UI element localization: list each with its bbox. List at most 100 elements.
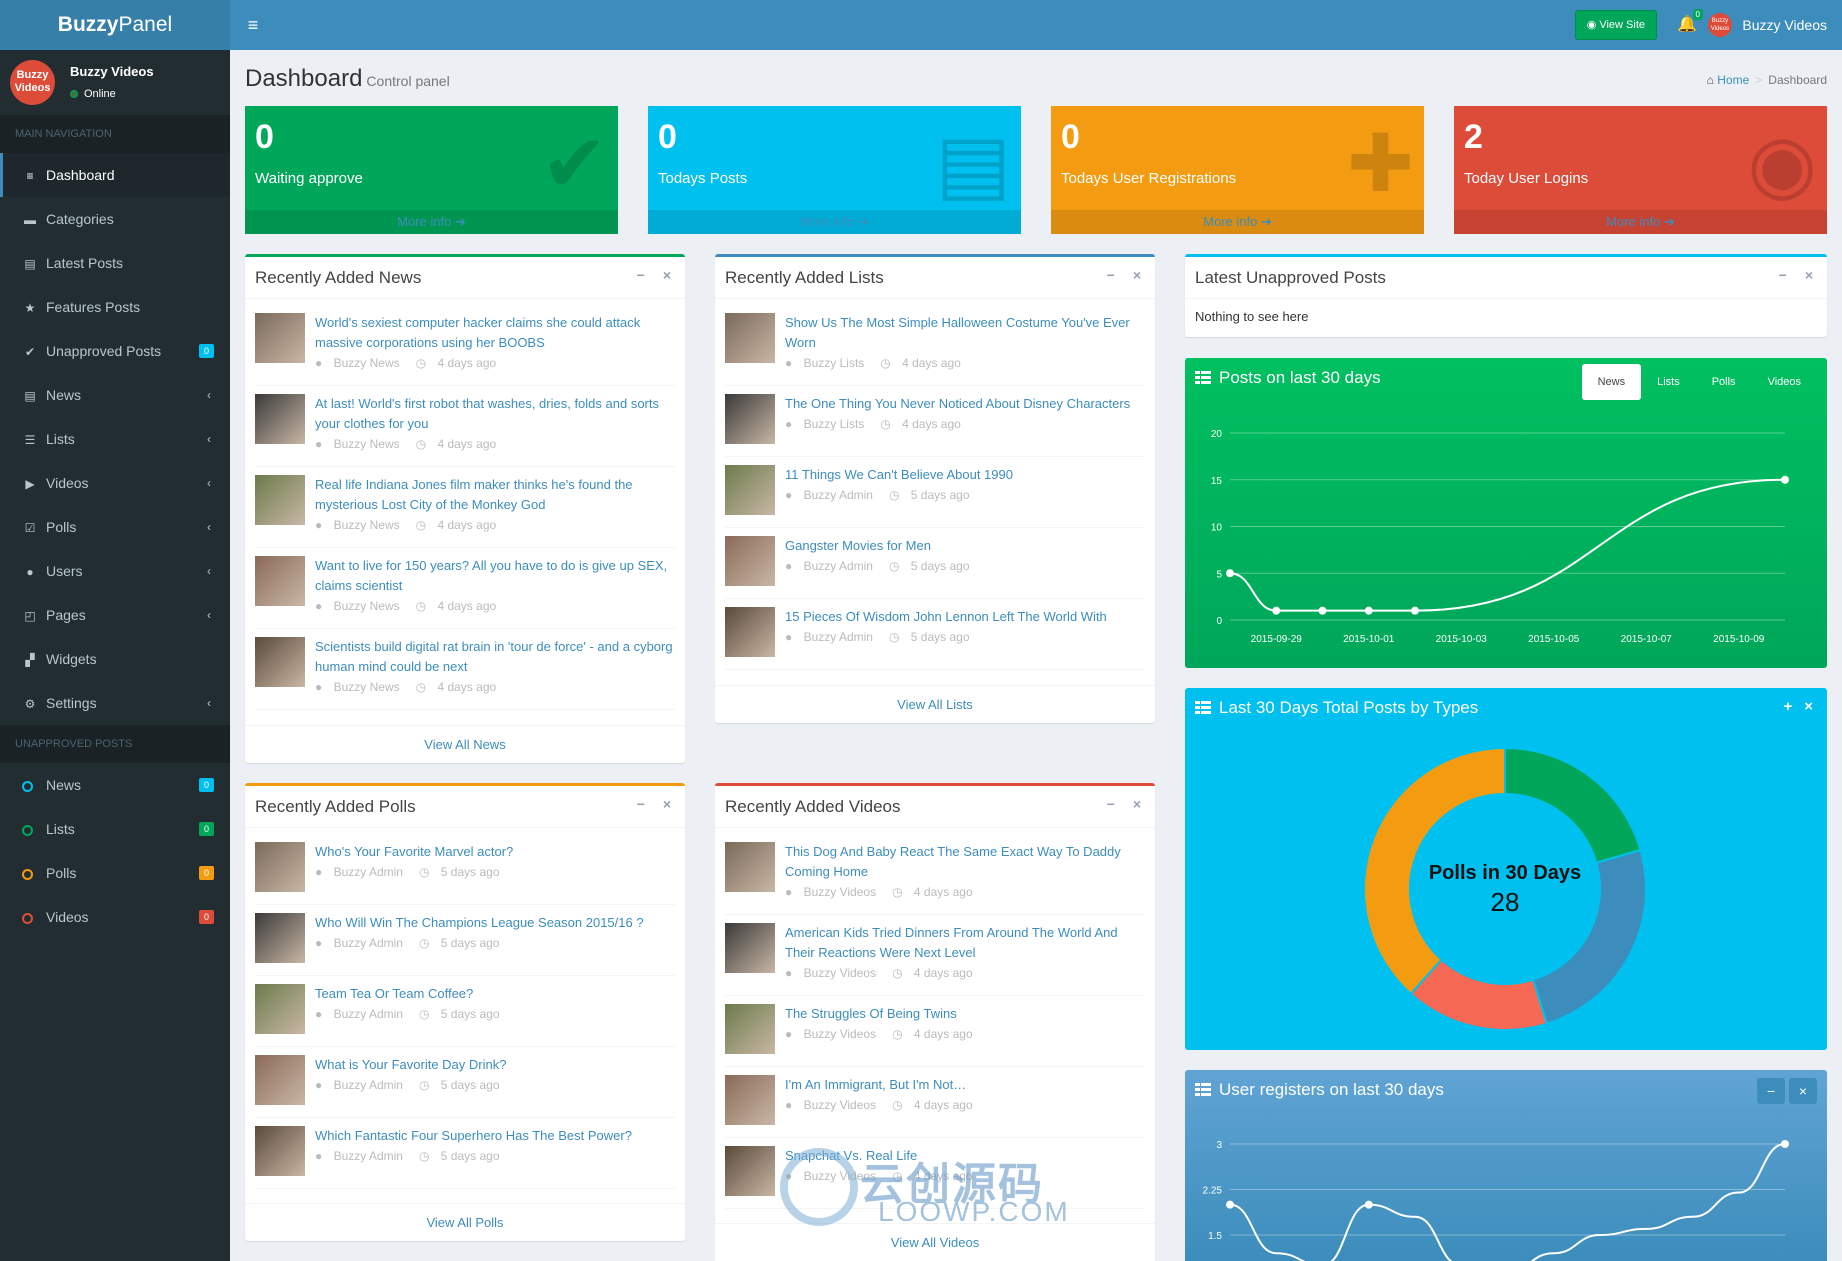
thumbnail[interactable] — [725, 1004, 775, 1054]
item-title-link[interactable]: American Kids Tried Dinners From Around … — [785, 925, 1118, 960]
more-info-link[interactable]: More info ➔ — [245, 210, 618, 234]
sidebar-item-dashboard[interactable]: ≡ Dashboard — [0, 153, 230, 197]
unapproved-item-polls[interactable]: Polls 0 — [0, 851, 230, 895]
chevron-left-icon: ‹ — [207, 432, 211, 446]
notifications-bell-icon[interactable]: 🔔 0 — [1677, 9, 1703, 38]
unapproved-item-news[interactable]: News 0 — [0, 763, 230, 807]
collapse-icon[interactable]: − — [1107, 267, 1115, 283]
thumbnail[interactable] — [255, 842, 305, 892]
user-menu-name[interactable]: Buzzy Videos — [1742, 0, 1827, 50]
item-title-link[interactable]: I'm An Immigrant, But I'm Not… — [785, 1077, 966, 1092]
clock-icon: ◷ — [880, 356, 891, 370]
breadcrumb-home-link[interactable]: Home — [1717, 73, 1749, 87]
thumbnail[interactable] — [255, 1055, 305, 1105]
view-all-lists-link[interactable]: View All Lists — [715, 685, 1155, 723]
more-info-link[interactable]: More info ➔ — [1051, 210, 1424, 234]
donut-center-label: Polls in 30 Days — [1429, 862, 1581, 884]
sidebar-item-widgets[interactable]: ▞ Widgets — [0, 637, 230, 681]
close-icon[interactable]: × — [663, 267, 671, 283]
item-title-link[interactable]: Gangster Movies for Men — [785, 538, 931, 553]
thumbnail[interactable] — [725, 923, 775, 973]
sidebar: Buzzy Videos Buzzy Videos Online MAIN NA… — [0, 50, 230, 1261]
item-title-link[interactable]: The One Thing You Never Noticed About Di… — [785, 396, 1130, 411]
chevron-left-icon: ‹ — [207, 388, 211, 402]
thumbnail[interactable] — [725, 1075, 775, 1125]
sidebar-item-icon: ★ — [24, 301, 36, 315]
view-all-polls-link[interactable]: View All Polls — [245, 1203, 685, 1241]
thumbnail[interactable] — [725, 394, 775, 444]
thumbnail[interactable] — [725, 607, 775, 657]
sidebar-item-pages[interactable]: ◰ Pages ‹ — [0, 593, 230, 637]
thumbnail[interactable] — [255, 475, 305, 525]
close-icon[interactable]: × — [1133, 267, 1141, 283]
thumbnail[interactable] — [725, 313, 775, 363]
collapse-icon[interactable]: − — [637, 796, 645, 812]
brand-logo[interactable]: BuzzyPanel — [0, 0, 230, 50]
data-point — [1272, 606, 1281, 615]
item-title-link[interactable]: Who's Your Favorite Marvel actor? — [315, 844, 513, 859]
thumbnail[interactable] — [725, 1146, 775, 1196]
item-meta: ● Buzzy Videos ◷ 4 days ago — [785, 1169, 973, 1183]
item-title-link[interactable]: Which Fantastic Four Superhero Has The B… — [315, 1128, 632, 1143]
thumbnail[interactable] — [255, 637, 305, 687]
item-title-link[interactable]: Want to live for 150 years? All you have… — [315, 558, 667, 593]
data-point — [1318, 606, 1327, 615]
sidebar-item-latest-posts[interactable]: ▤ Latest Posts — [0, 241, 230, 285]
item-title-link[interactable]: Real life Indiana Jones film maker think… — [315, 477, 633, 512]
view-all-news-link[interactable]: View All News — [245, 725, 685, 763]
box-title: Recently Added Lists — [725, 268, 884, 287]
sidebar-item-settings[interactable]: ⚙ Settings ‹ — [0, 681, 230, 725]
close-icon[interactable]: × — [1805, 267, 1813, 283]
series-line — [1229, 1143, 1786, 1261]
more-info-link[interactable]: More info ➔ — [648, 210, 1021, 234]
thumbnail[interactable] — [255, 556, 305, 606]
user-icon: ● — [785, 1098, 793, 1112]
unapproved-item-videos[interactable]: Videos 0 — [0, 895, 230, 939]
sidebar-item-features-posts[interactable]: ★ Features Posts — [0, 285, 230, 329]
item-title-link[interactable]: Team Tea Or Team Coffee? — [315, 986, 473, 1001]
sidebar-item-news[interactable]: ▤ News ‹ — [0, 373, 230, 417]
item-title-link[interactable]: 11 Things We Can't Believe About 1990 — [785, 467, 1013, 482]
item-title-link[interactable]: World's sexiest computer hacker claims s… — [315, 315, 640, 350]
sidebar-item-categories[interactable]: ▬ Categories — [0, 197, 230, 241]
item-title-link[interactable]: 15 Pieces Of Wisdom John Lennon Left The… — [785, 609, 1107, 624]
item-title-link[interactable]: This Dog And Baby React The Same Exact W… — [785, 844, 1121, 879]
thumbnail[interactable] — [255, 313, 305, 363]
item-title-link[interactable]: What is Your Favorite Day Drink? — [315, 1057, 506, 1072]
item-title-link[interactable]: Scientists build digital rat brain in 't… — [315, 639, 673, 674]
posts-donut-chart: Polls in 30 Days 28 — [1363, 746, 1647, 1031]
thumbnail[interactable] — [255, 1126, 305, 1176]
list-item: Team Tea Or Team Coffee? ● Buzzy Admin ◷ … — [255, 980, 675, 1047]
sidebar-item-lists[interactable]: ☰ Lists ‹ — [0, 417, 230, 461]
close-icon[interactable]: × — [663, 796, 671, 812]
view-all-videos-link[interactable]: View All Videos — [715, 1223, 1155, 1261]
sidebar-item-unapproved-posts[interactable]: ✔ Unapproved Posts 0 — [0, 329, 230, 373]
item-title-link[interactable]: The Struggles Of Being Twins — [785, 1006, 957, 1021]
more-info-link[interactable]: More info ➔ — [1454, 210, 1827, 234]
close-icon[interactable]: × — [1133, 796, 1141, 812]
unapproved-item-lists[interactable]: Lists 0 — [0, 807, 230, 851]
user-icon: ● — [785, 488, 793, 502]
sidebar-item-polls[interactable]: ☑ Polls ‹ — [0, 505, 230, 549]
list-item: The One Thing You Never Noticed About Di… — [725, 390, 1145, 457]
thumbnail[interactable] — [725, 465, 775, 515]
collapse-icon[interactable]: − — [1107, 796, 1115, 812]
thumbnail[interactable] — [725, 842, 775, 892]
item-title-link[interactable]: Who Will Win The Champions League Season… — [315, 915, 644, 930]
view-site-button[interactable]: ◉ View Site — [1574, 10, 1657, 40]
item-title-link[interactable]: Show Us The Most Simple Halloween Costum… — [785, 315, 1130, 350]
item-meta: ● Buzzy Admin ◷ 5 days ago — [315, 936, 500, 950]
sidebar-item-videos[interactable]: ▶ Videos ‹ — [0, 461, 230, 505]
sidebar-toggle-icon[interactable]: ≡ — [244, 14, 262, 36]
sidebar-item-users[interactable]: ● Users ‹ — [0, 549, 230, 593]
thumbnail[interactable] — [255, 984, 305, 1034]
item-title-link[interactable]: Snapchat Vs. Real Life — [785, 1148, 917, 1163]
collapse-icon[interactable]: − — [637, 267, 645, 283]
user-icon: ● — [785, 885, 793, 899]
thumbnail[interactable] — [255, 394, 305, 444]
thumbnail[interactable] — [725, 536, 775, 586]
user-avatar[interactable]: Buzzy Videos — [1708, 13, 1732, 37]
collapse-icon[interactable]: − — [1779, 267, 1787, 283]
thumbnail[interactable] — [255, 913, 305, 963]
item-title-link[interactable]: At last! World's first robot that washes… — [315, 396, 659, 431]
